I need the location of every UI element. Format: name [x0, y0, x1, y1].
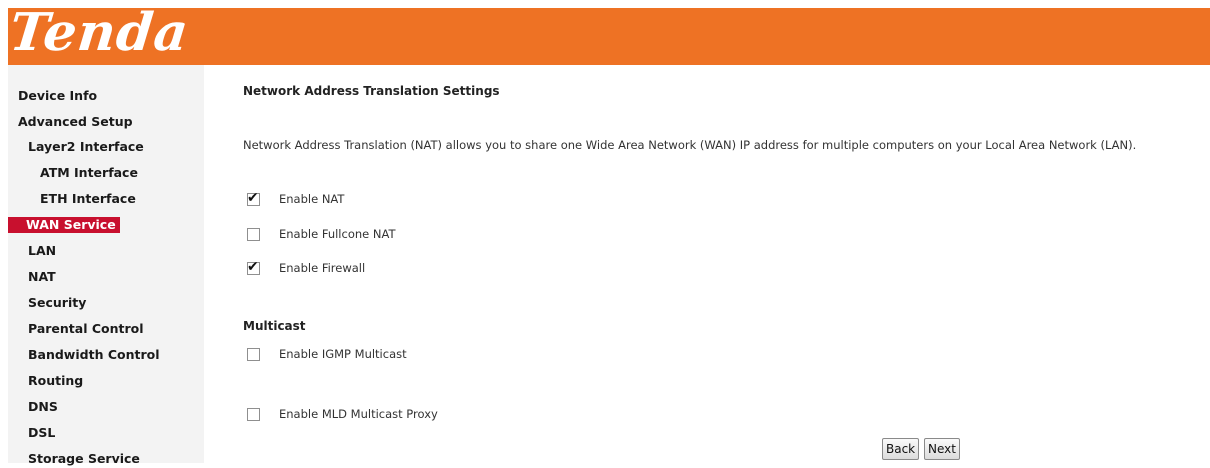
enable-fullcone-nat-label: Enable Fullcone NAT — [279, 227, 396, 241]
next-button[interactable]: Next — [924, 438, 960, 460]
sidebar-item-lan[interactable]: LAN — [28, 242, 56, 260]
sidebar-item-bandwidth-control[interactable]: Bandwidth Control — [28, 346, 160, 364]
sidebar: Device Info Advanced Setup Layer2 Interf… — [8, 65, 204, 466]
checkmark-icon: ✔ — [247, 190, 259, 206]
sidebar-item-layer2-interface[interactable]: Layer2 Interface — [28, 138, 144, 156]
enable-fullcone-nat-checkbox[interactable] — [247, 228, 260, 241]
sidebar-item-advanced-setup[interactable]: Advanced Setup — [18, 113, 133, 131]
enable-igmp-multicast-label: Enable IGMP Multicast — [279, 347, 407, 361]
tenda-logo: Tenda — [6, 2, 192, 63]
enable-igmp-multicast-checkbox[interactable] — [247, 348, 260, 361]
sidebar-item-nat[interactable]: NAT — [28, 268, 56, 286]
sidebar-item-security[interactable]: Security — [28, 294, 86, 312]
sidebar-item-device-info[interactable]: Device Info — [18, 87, 97, 105]
sidebar-item-dsl[interactable]: DSL — [28, 424, 55, 442]
sidebar-item-atm-interface[interactable]: ATM Interface — [40, 164, 138, 182]
enable-firewall-checkbox[interactable]: ✔ — [247, 259, 260, 275]
header-banner: Tenda — [7, 2, 1210, 65]
back-button[interactable]: Back — [882, 438, 920, 460]
enable-mld-multicast-proxy-checkbox[interactable] — [247, 408, 260, 421]
sidebar-item-eth-interface[interactable]: ETH Interface — [40, 190, 136, 208]
multicast-heading: Multicast — [243, 319, 306, 333]
enable-nat-label: Enable NAT — [279, 192, 345, 206]
sidebar-item-routing[interactable]: Routing — [28, 372, 83, 390]
checkmark-icon: ✔ — [247, 259, 259, 275]
enable-mld-multicast-proxy-label: Enable MLD Multicast Proxy — [279, 407, 438, 421]
sidebar-item-wan-service[interactable]: WAN Service — [8, 217, 120, 233]
enable-firewall-label: Enable Firewall — [279, 261, 366, 275]
sidebar-item-storage-service[interactable]: Storage Service — [28, 450, 140, 468]
page-title: Network Address Translation Settings — [243, 84, 500, 98]
nat-description: Network Address Translation (NAT) allows… — [243, 138, 1137, 152]
sidebar-item-parental-control[interactable]: Parental Control — [28, 320, 144, 338]
enable-nat-checkbox[interactable]: ✔ — [247, 190, 260, 206]
sidebar-item-dns[interactable]: DNS — [28, 398, 58, 416]
